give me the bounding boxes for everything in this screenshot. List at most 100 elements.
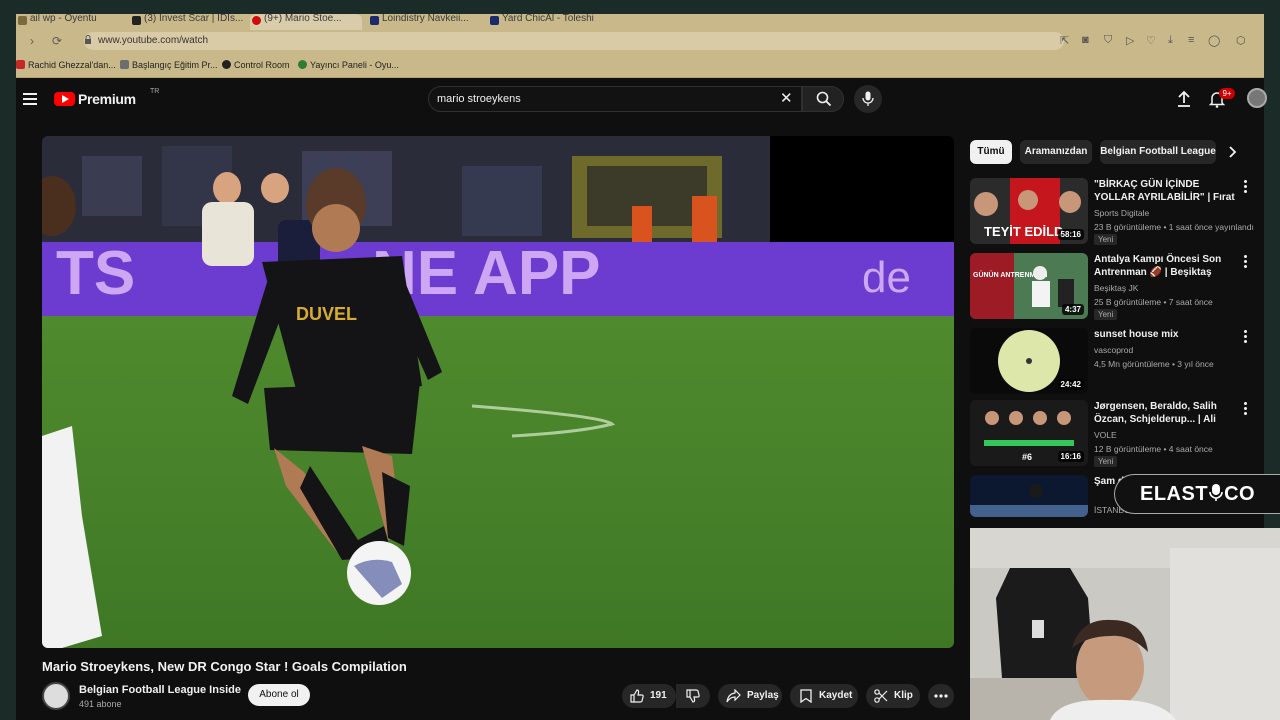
video-player[interactable]: TS NE APP de DUVEL 2 <box>42 136 954 648</box>
subscribe-button[interactable]: Abone ol <box>248 684 310 706</box>
video-meta: 12 B görüntüleme • 4 saat önce <box>1094 444 1213 454</box>
tab-favicon-icon <box>370 16 379 25</box>
browser-tab[interactable]: Loindistry Navkeii... <box>368 14 484 30</box>
browser-tab[interactable]: ail wp - Oyentu <box>16 14 126 30</box>
voice-search-button[interactable] <box>854 85 882 113</box>
more-vertical-icon[interactable] <box>1244 330 1248 344</box>
chip-all[interactable]: Tümü <box>970 140 1012 164</box>
save-button[interactable]: Kaydet <box>790 684 858 708</box>
channel-name[interactable]: vascoprod <box>1094 345 1133 355</box>
video-title[interactable]: "BİRKAÇ GÜN İÇİNDE YOLLAR AYRILABİLİR" |… <box>1094 178 1238 204</box>
microphone-icon <box>862 91 874 106</box>
bookmark-favicon-icon <box>16 60 25 69</box>
recommended-video[interactable]: TEYİT EDİLD 58:16 "BİRKAÇ GÜN İÇİNDE YOL… <box>970 178 1260 245</box>
video-duration: 16:16 <box>1057 451 1084 462</box>
bookmark-label: Control Room <box>234 60 290 70</box>
upload-icon[interactable] <box>1176 90 1192 108</box>
search-icon <box>816 91 832 107</box>
bookmark-item[interactable]: Yayıncı Paneli - Oyu... <box>298 60 399 70</box>
channel-name[interactable]: VOLE <box>1094 430 1117 440</box>
camera-icon[interactable]: ◙ <box>1082 34 1089 46</box>
share-page-icon[interactable]: ⇱ <box>1060 34 1069 47</box>
more-vertical-icon[interactable] <box>1244 180 1248 194</box>
tab-label: Yard ChicAl - Toleshi <box>502 14 594 24</box>
tab-favicon-icon <box>132 16 141 25</box>
save-label: Kaydet <box>819 690 853 701</box>
address-bar[interactable]: www.youtube.com/watch <box>84 32 1064 50</box>
search-query: mario stroeykens <box>437 93 521 105</box>
share-label: Paylaş <box>747 690 779 701</box>
video-duration: 58:16 <box>1057 229 1084 240</box>
recommended-video[interactable]: GÜNÜN ANTRENMANI 4:37 Antalya Kampı Önce… <box>970 253 1260 320</box>
document-icon <box>120 60 129 69</box>
video-thumbnail[interactable]: TEYİT EDİLD 58:16 <box>970 178 1088 244</box>
more-vertical-icon[interactable] <box>1244 402 1248 416</box>
search-button[interactable] <box>802 86 844 112</box>
reload-icon[interactable]: ⟳ <box>52 34 62 48</box>
like-count: 191 <box>650 690 667 701</box>
bookmark-item[interactable]: Başlangıç Eğitim Pr... <box>120 60 218 70</box>
browser-tab[interactable]: (3) Invest Scar | IDIs... <box>130 14 248 30</box>
dislike-button[interactable] <box>676 684 710 708</box>
browser-toolbar: › ⟳ www.youtube.com/watch ⇱ ◙ ⛉ ▷ ♡ ⤓ ≡ … <box>16 30 1264 52</box>
chip-from-search[interactable]: Aramanızdan <box>1020 140 1092 164</box>
tab-label: (9+) Mario Stoe... <box>264 14 342 24</box>
new-badge: Yeni <box>1094 456 1118 467</box>
scissors-icon <box>874 689 888 703</box>
video-title[interactable]: Jørgensen, Beraldo, Salih Özcan, Schjeld… <box>1094 400 1238 426</box>
notification-count-badge: 9+ <box>1219 88 1235 99</box>
download-icon[interactable]: ⤓ <box>1168 34 1173 47</box>
play-icon[interactable]: ▷ <box>1126 34 1134 47</box>
profile-icon[interactable]: ◯ <box>1208 34 1220 47</box>
bookmark-icon <box>800 689 812 703</box>
video-thumbnail[interactable]: 24:42 <box>970 328 1088 394</box>
browser-tab[interactable]: Yard ChicAl - Toleshi <box>488 14 604 30</box>
video-title[interactable]: Antalya Kampı Öncesi Son Antrenman 🏈 | B… <box>1094 253 1238 279</box>
opponent-player <box>202 202 254 266</box>
tab-favicon-icon <box>490 16 499 25</box>
menu-lines-icon[interactable]: ≡ <box>1188 34 1194 46</box>
extension-icon[interactable]: ⬡ <box>1236 34 1246 47</box>
bookmark-label: Yayıncı Paneli - Oyu... <box>310 60 399 70</box>
heart-icon[interactable]: ♡ <box>1146 34 1156 47</box>
video-frame: TS NE APP de DUVEL 2 <box>42 136 954 648</box>
video-thumbnail[interactable]: #6 16:16 <box>970 400 1088 466</box>
brand-text: ELAST CO <box>1140 483 1256 505</box>
chevron-right-icon[interactable] <box>1226 146 1238 158</box>
tab-label: (3) Invest Scar | IDIs... <box>144 14 244 24</box>
led-board-text-right: de <box>862 253 911 302</box>
browser-tab-active[interactable]: (9+) Mario Stoe... <box>250 14 362 30</box>
account-avatar[interactable] <box>1247 88 1267 108</box>
channel-name[interactable]: Belgian Football League Inside <box>79 684 241 696</box>
recommended-video[interactable]: 24:42 sunset house mix vascoprod 4,5 Mn … <box>970 328 1260 394</box>
url-text: www.youtube.com/watch <box>98 35 209 46</box>
pitch <box>42 316 954 648</box>
clip-button[interactable]: Klip <box>866 684 920 708</box>
thumbs-down-icon <box>686 689 700 703</box>
more-vertical-icon[interactable] <box>1244 255 1248 269</box>
browser-tab-strip: ail wp - Oyentu (3) Invest Scar | IDIs..… <box>16 14 1264 30</box>
logo-region-code: TR <box>150 88 160 95</box>
chip-channel[interactable]: Belgian Football League <box>1100 140 1216 164</box>
search-input[interactable]: mario stroeykens ✕ <box>428 86 802 112</box>
clear-search-icon[interactable]: ✕ <box>780 90 793 108</box>
bookmark-item[interactable]: Rachid Ghezzal'dan... <box>16 60 116 70</box>
channel-name[interactable]: Beşiktaş JK <box>1094 283 1138 293</box>
thumbnail-image <box>970 475 1088 517</box>
new-badge: Yeni <box>1094 234 1118 245</box>
bookmark-item[interactable]: Control Room <box>222 60 290 70</box>
forward-icon[interactable]: › <box>30 34 34 48</box>
video-thumbnail[interactable] <box>970 475 1088 517</box>
channel-name[interactable]: Sports Digitale <box>1094 208 1149 218</box>
recommended-video[interactable]: #6 16:16 Jørgensen, Beraldo, Salih Özcan… <box>970 400 1260 467</box>
more-actions-button[interactable] <box>928 684 954 708</box>
video-thumbnail[interactable]: GÜNÜN ANTRENMANI 4:37 <box>970 253 1088 319</box>
share-button[interactable]: Paylaş <box>718 684 782 708</box>
shield-icon[interactable]: ⛉ <box>1104 34 1112 47</box>
share-arrow-icon <box>726 689 741 703</box>
channel-avatar[interactable] <box>42 682 70 710</box>
webcam-overlay <box>970 528 1280 720</box>
hamburger-menu-icon[interactable] <box>23 93 37 105</box>
bookmark-favicon-icon <box>298 60 307 69</box>
like-button[interactable]: 191 <box>622 684 676 708</box>
